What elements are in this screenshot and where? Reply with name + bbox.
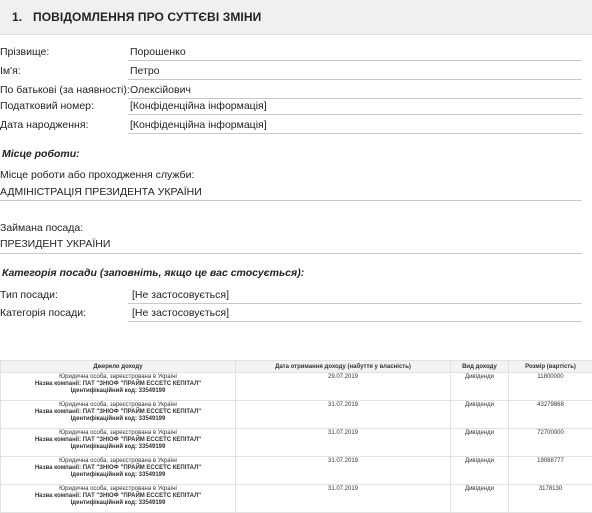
source-cell: Юридична особа, зареєстрована в Україні … <box>1 401 236 429</box>
source-entity-type: Юридична особа, зареєстрована в Україні <box>3 402 233 409</box>
amount-cell: 19088777 <box>509 457 592 485</box>
field-value: [Не застосовується] <box>132 289 229 301</box>
table-row: Юридична особа, зареєстрована в Україні … <box>1 401 592 429</box>
source-company-name: Назва компанії: ПАТ "ЗНІОФ "ПРАЙМ ЕССЕТС… <box>3 381 233 388</box>
field-label: Дата народження: <box>0 119 88 131</box>
source-company-name: Назва компанії: ПАТ "ЗНІОФ "ПРАЙМ ЕССЕТС… <box>3 409 233 416</box>
field-divider <box>128 114 582 115</box>
column-header-amount: Розмір (вартість) <box>509 361 592 373</box>
work-heading: Місце роботи: <box>2 148 80 160</box>
amount-cell: 72700000 <box>509 429 592 457</box>
amount-cell: 3178130 <box>509 485 592 513</box>
date-cell: 31.07.2019 <box>236 401 451 429</box>
category-heading: Категорія посади (заповніть, якщо це вас… <box>2 267 304 279</box>
source-entity-type: Юридична особа, зареєстрована в Україні <box>3 430 233 437</box>
field-label: По батькові (за наявності): <box>0 84 130 96</box>
field-value: [Конфіденційна інформація] <box>130 100 267 112</box>
table-row: Юридична особа, зареєстрована в Україні … <box>1 429 592 457</box>
field-divider <box>128 79 582 80</box>
income-type-cell: Дивіденди <box>451 373 509 401</box>
source-company-name: Назва компанії: ПАТ "ЗНІОФ "ПРАЙМ ЕССЕТС… <box>3 493 233 500</box>
section-title: Повідомлення про суттєві зміни <box>33 10 261 24</box>
field-divider <box>128 133 582 134</box>
table-row: Юридична особа, зареєстрована в Україні … <box>1 485 592 513</box>
source-entity-type: Юридична особа, зареєстрована в Україні <box>3 374 233 381</box>
field-label: Тип посади: <box>0 289 58 301</box>
table-row: Юридична особа, зареєстрована в Україні … <box>1 373 592 401</box>
source-entity-type: Юридична особа, зареєстрована в Україні <box>3 486 233 493</box>
source-company-name: Назва компанії: ПАТ "ЗНІОФ "ПРАЙМ ЕССЕТС… <box>3 465 233 472</box>
field-value: [Не застосовується] <box>132 307 229 319</box>
position-divider <box>0 253 582 254</box>
column-header-source: Джерело доходу <box>1 361 236 373</box>
amount-cell: 43279868 <box>509 401 592 429</box>
work-place-value: АДМІНІСТРАЦІЯ ПРЕЗИДЕНТА УКРАЇНИ <box>0 186 202 198</box>
table-row: Юридична особа, зареєстрована в Україні … <box>1 457 592 485</box>
section-header: 1. Повідомлення про суттєві зміни <box>0 0 592 35</box>
section-number: 1. <box>12 10 22 24</box>
source-cell: Юридична особа, зареєстрована в Україні … <box>1 457 236 485</box>
position-label: Займана посада: <box>0 222 83 234</box>
field-surname: Прізвище: Порошенко <box>0 43 582 61</box>
field-birth-date: Дата народження: [Конфіденційна інформац… <box>0 116 582 134</box>
source-company-code: Ідентифікаційний код: 33549199 <box>3 444 233 451</box>
date-cell: 31.07.2019 <box>236 457 451 485</box>
field-value: Олексійович <box>130 84 191 96</box>
position-value: ПРЕЗИДЕНТ УКРАЇНИ <box>0 238 110 250</box>
column-header-date: Дата отримання доходу (набуття у власніс… <box>236 361 451 373</box>
field-label: Прізвище: <box>0 46 49 58</box>
date-cell: 31.07.2019 <box>236 429 451 457</box>
source-company-code: Ідентифікаційний код: 33549199 <box>3 388 233 395</box>
field-position-category: Категорія посади: [Не застосовується] <box>0 304 582 322</box>
source-cell: Юридична особа, зареєстрована в Україні … <box>1 373 236 401</box>
field-label: Категорія посади: <box>0 307 86 319</box>
field-tax-number: Податковий номер: [Конфіденційна інформа… <box>0 97 582 115</box>
field-value: Порошенко <box>130 46 186 58</box>
income-type-cell: Дивіденди <box>451 401 509 429</box>
field-divider <box>128 60 582 61</box>
income-type-cell: Дивіденди <box>451 485 509 513</box>
source-company-code: Ідентифікаційний код: 33549199 <box>3 472 233 479</box>
source-entity-type: Юридична особа, зареєстрована в Україні <box>3 458 233 465</box>
field-first-name: Ім'я: Петро <box>0 62 582 80</box>
field-value: [Конфіденційна інформація] <box>130 119 267 131</box>
field-position-type: Тип посади: [Не застосовується] <box>0 286 582 304</box>
work-place-divider <box>0 200 582 201</box>
date-cell: 31.07.2019 <box>236 485 451 513</box>
work-place-label: Місце роботи або проходження служби: <box>0 169 194 181</box>
income-table-header-row: Джерело доходу Дата отримання доходу (на… <box>1 361 592 373</box>
income-table: Джерело доходу Дата отримання доходу (на… <box>0 360 592 513</box>
amount-cell: 11800000 <box>509 373 592 401</box>
field-divider <box>128 321 582 322</box>
column-header-type: Вид доходу <box>451 361 509 373</box>
date-cell: 29.07.2019 <box>236 373 451 401</box>
income-type-cell: Дивіденди <box>451 429 509 457</box>
field-label: Податковий номер: <box>0 100 94 112</box>
source-cell: Юридична особа, зареєстрована в Україні … <box>1 485 236 513</box>
field-label: Ім'я: <box>0 65 21 77</box>
field-value: Петро <box>130 65 160 77</box>
source-cell: Юридична особа, зареєстрована в Україні … <box>1 429 236 457</box>
source-company-code: Ідентифікаційний код: 33549199 <box>3 416 233 423</box>
source-company-code: Ідентифікаційний код: 33549199 <box>3 500 233 507</box>
income-type-cell: Дивіденди <box>451 457 509 485</box>
source-company-name: Назва компанії: ПАТ "ЗНІОФ "ПРАЙМ ЕССЕТС… <box>3 437 233 444</box>
